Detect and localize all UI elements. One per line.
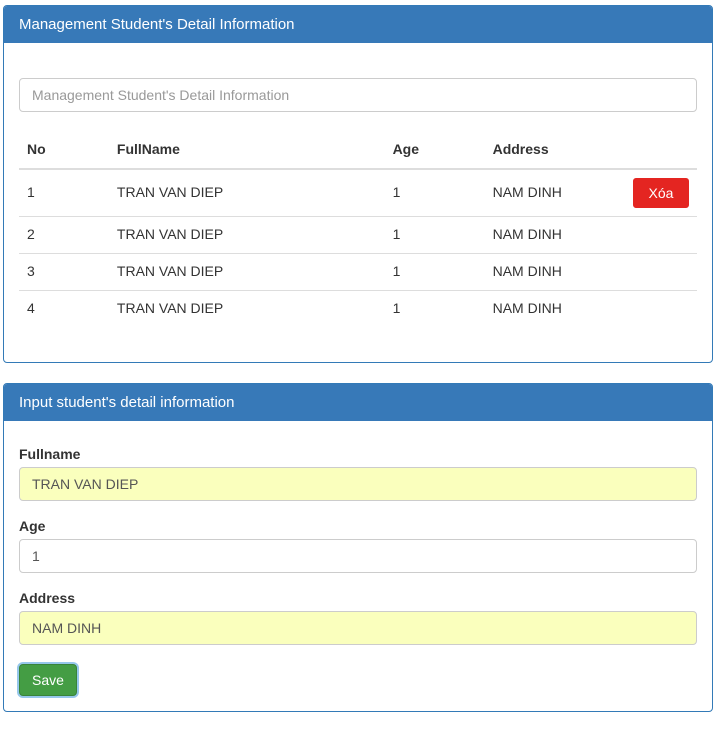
column-header-age: Age bbox=[385, 132, 485, 169]
search-input[interactable] bbox=[19, 78, 697, 112]
cell-fullname: TRAN VAN DIEP bbox=[109, 169, 385, 217]
fullname-label: Fullname bbox=[19, 446, 697, 462]
cell-address: NAM DINH bbox=[485, 290, 625, 326]
table-row: 4 TRAN VAN DIEP 1 NAM DINH bbox=[19, 290, 697, 326]
cell-age: 1 bbox=[385, 216, 485, 253]
cell-address: NAM DINH bbox=[485, 216, 625, 253]
save-button[interactable]: Save bbox=[19, 664, 77, 696]
cell-no: 1 bbox=[19, 169, 109, 217]
cell-age: 1 bbox=[385, 169, 485, 217]
address-label: Address bbox=[19, 590, 697, 606]
cell-age: 1 bbox=[385, 253, 485, 290]
column-header-address: Address bbox=[485, 132, 625, 169]
column-header-actions bbox=[625, 132, 697, 169]
cell-age: 1 bbox=[385, 290, 485, 326]
cell-no: 3 bbox=[19, 253, 109, 290]
table-header-row: No FullName Age Address bbox=[19, 132, 697, 169]
address-group: Address bbox=[19, 590, 697, 645]
age-label: Age bbox=[19, 518, 697, 534]
cell-actions bbox=[625, 253, 697, 290]
fullname-group: Fullname bbox=[19, 446, 697, 501]
cell-fullname: TRAN VAN DIEP bbox=[109, 216, 385, 253]
input-panel-body: Fullname Age Address Save bbox=[4, 421, 712, 711]
management-panel-title: Management Student's Detail Information bbox=[4, 6, 712, 43]
students-table: No FullName Age Address 1 TRAN VAN DIEP … bbox=[19, 132, 697, 327]
delete-button[interactable]: Xóa bbox=[633, 178, 689, 208]
cell-address: NAM DINH bbox=[485, 253, 625, 290]
input-panel: Input student's detail information Fulln… bbox=[3, 383, 713, 712]
management-panel-body: No FullName Age Address 1 TRAN VAN DIEP … bbox=[4, 43, 712, 362]
cell-fullname: TRAN VAN DIEP bbox=[109, 290, 385, 326]
management-panel: Management Student's Detail Information … bbox=[3, 5, 713, 363]
address-input[interactable] bbox=[19, 611, 697, 645]
cell-no: 2 bbox=[19, 216, 109, 253]
age-group: Age bbox=[19, 518, 697, 573]
column-header-no: No bbox=[19, 132, 109, 169]
table-row: 2 TRAN VAN DIEP 1 NAM DINH bbox=[19, 216, 697, 253]
fullname-input[interactable] bbox=[19, 467, 697, 501]
cell-actions bbox=[625, 216, 697, 253]
input-panel-title: Input student's detail information bbox=[4, 384, 712, 421]
cell-actions bbox=[625, 290, 697, 326]
table-row: 1 TRAN VAN DIEP 1 NAM DINH Xóa bbox=[19, 169, 697, 217]
cell-address: NAM DINH bbox=[485, 169, 625, 217]
age-input[interactable] bbox=[19, 539, 697, 573]
cell-fullname: TRAN VAN DIEP bbox=[109, 253, 385, 290]
column-header-fullname: FullName bbox=[109, 132, 385, 169]
cell-no: 4 bbox=[19, 290, 109, 326]
table-row: 3 TRAN VAN DIEP 1 NAM DINH bbox=[19, 253, 697, 290]
cell-actions: Xóa bbox=[625, 169, 697, 217]
